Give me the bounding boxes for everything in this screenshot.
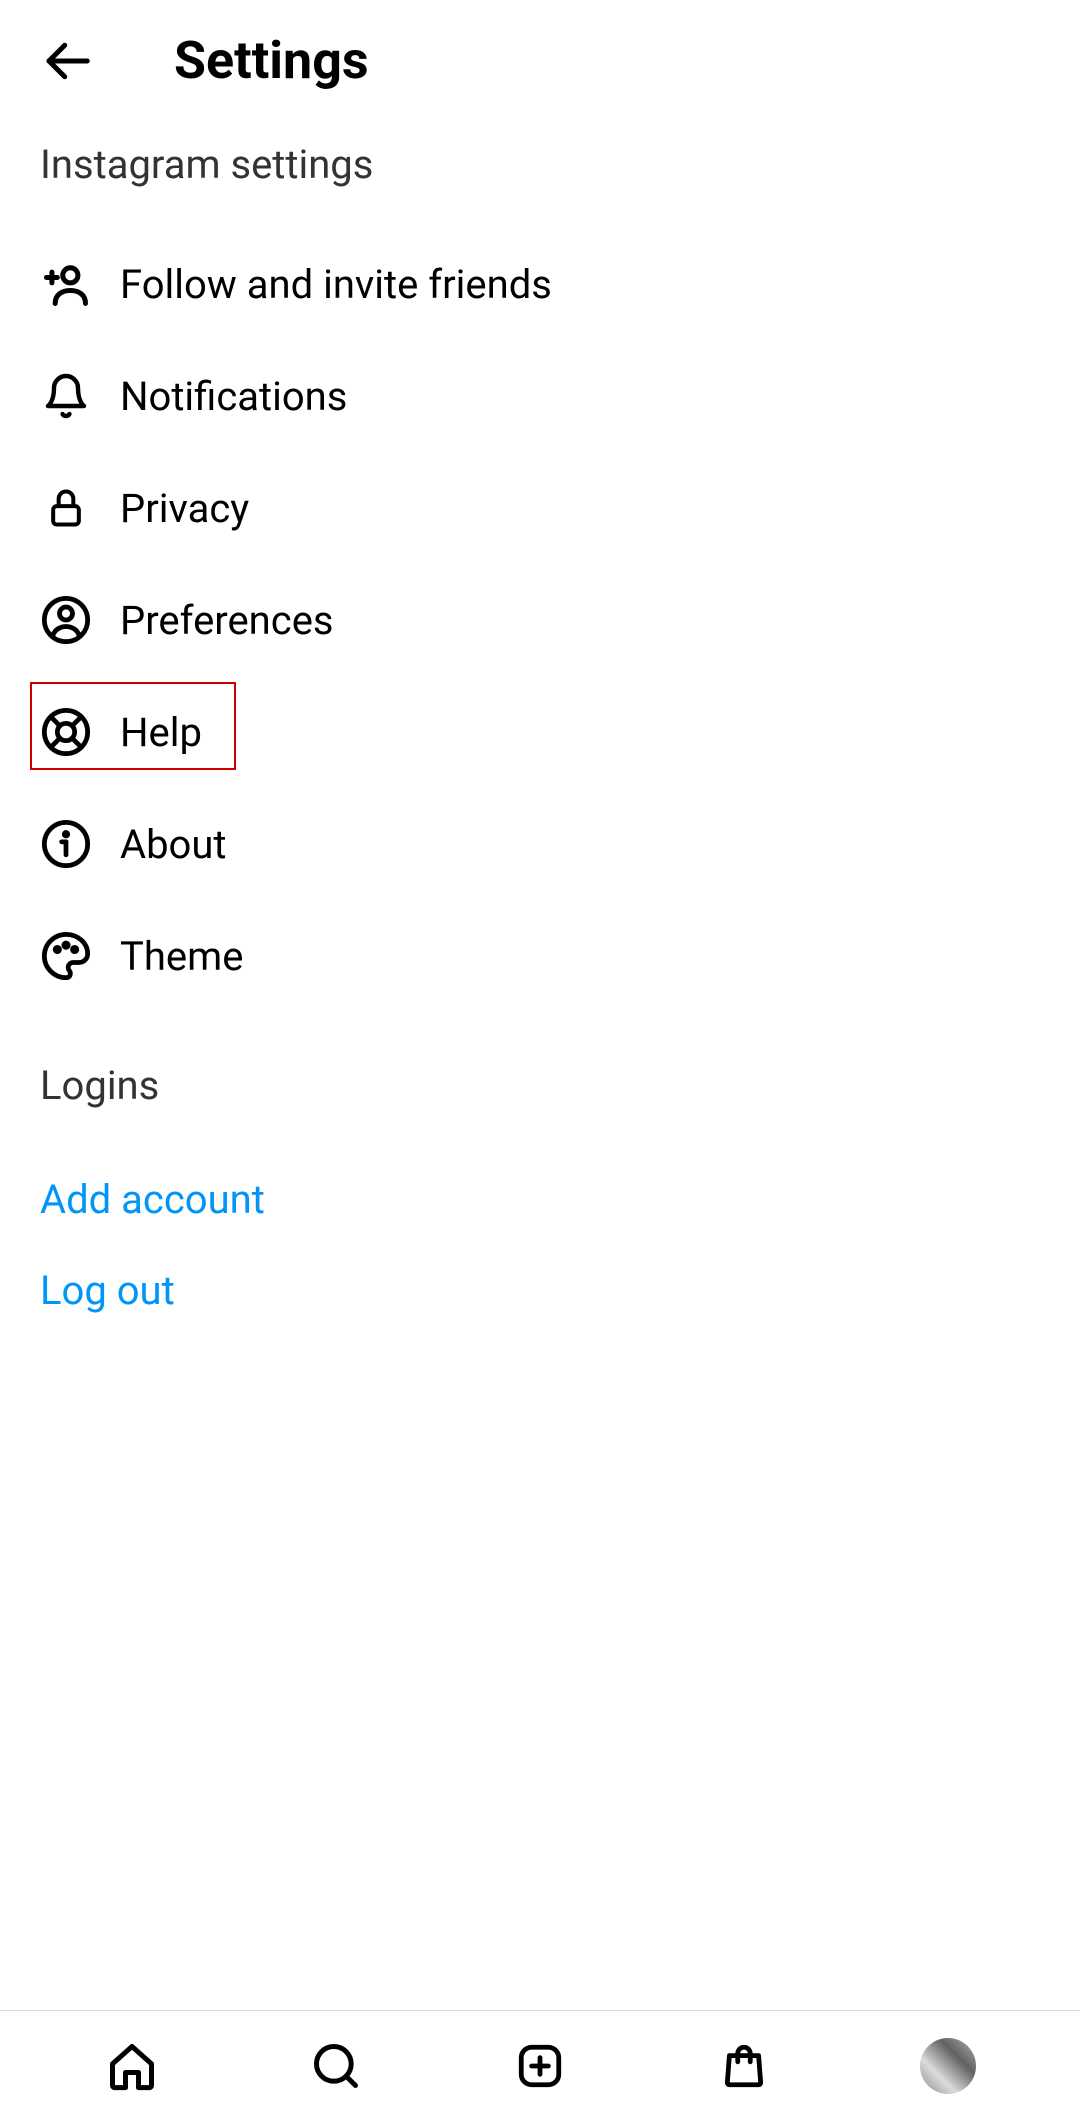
menu-label: Preferences [120, 597, 334, 644]
avatar-icon [920, 2038, 976, 2094]
menu-label: Follow and invite friends [120, 261, 552, 308]
person-circle-icon [40, 594, 92, 646]
add-account-link[interactable]: Add account [40, 1154, 1040, 1245]
nav-home[interactable] [102, 2036, 162, 2096]
menu-label: About [120, 821, 227, 868]
logins-section: Logins Add account Log out [0, 1012, 1080, 1366]
menu-item-privacy[interactable]: Privacy [0, 452, 1080, 564]
nav-search[interactable] [306, 2036, 366, 2096]
menu-item-help[interactable]: Help [0, 676, 1080, 788]
nav-profile[interactable] [918, 2036, 978, 2096]
menu-label: Notifications [120, 373, 347, 420]
bottom-nav [0, 2010, 1080, 2120]
bell-icon [40, 370, 92, 422]
back-button[interactable] [40, 34, 94, 88]
shopping-bag-icon [719, 2041, 769, 2091]
menu-item-theme[interactable]: Theme [0, 900, 1080, 1012]
menu-label: Help [120, 709, 202, 756]
arrow-left-icon [40, 34, 94, 88]
logins-header: Logins [40, 1062, 1040, 1109]
menu-item-notifications[interactable]: Notifications [0, 340, 1080, 452]
info-icon [40, 818, 92, 870]
menu-label: Privacy [120, 485, 249, 532]
menu-item-preferences[interactable]: Preferences [0, 564, 1080, 676]
palette-icon [40, 930, 92, 982]
menu-item-about[interactable]: About [0, 788, 1080, 900]
page-title: Settings [174, 30, 369, 91]
settings-menu: Follow and invite friends Notifications … [0, 228, 1080, 1012]
section-label: Instagram settings [0, 111, 1080, 228]
menu-label: Theme [120, 933, 243, 980]
log-out-link[interactable]: Log out [40, 1245, 1040, 1336]
add-friend-icon [40, 258, 92, 310]
lifebuoy-icon [40, 706, 92, 758]
menu-item-follow-invite[interactable]: Follow and invite friends [0, 228, 1080, 340]
nav-create[interactable] [510, 2036, 570, 2096]
home-icon [106, 2040, 158, 2092]
search-icon [310, 2040, 362, 2092]
plus-square-icon [515, 2041, 565, 2091]
header: Settings [0, 0, 1080, 111]
nav-shop[interactable] [714, 2036, 774, 2096]
lock-icon [40, 482, 92, 534]
